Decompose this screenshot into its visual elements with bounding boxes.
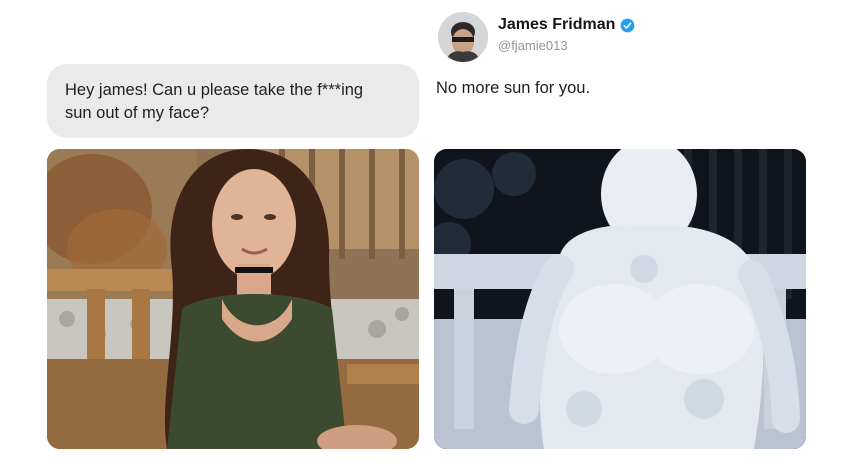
request-line-2: sun out of my face? — [65, 104, 209, 122]
request-message-bubble: Hey james! Can u please take the f***ing… — [47, 64, 419, 138]
author-name-text[interactable]: James Fridman — [498, 16, 615, 34]
original-photo — [47, 149, 419, 449]
tweet-text: No more sun for you. — [436, 79, 591, 97]
author-name[interactable]: James Fridman — [498, 16, 635, 34]
verified-badge-icon — [620, 18, 635, 33]
author-handle[interactable]: @fjamie013 — [498, 38, 568, 53]
request-line-1: Hey james! Can u please take the f***ing — [65, 81, 364, 99]
author-avatar[interactable] — [438, 12, 488, 62]
edited-photo — [434, 149, 806, 449]
